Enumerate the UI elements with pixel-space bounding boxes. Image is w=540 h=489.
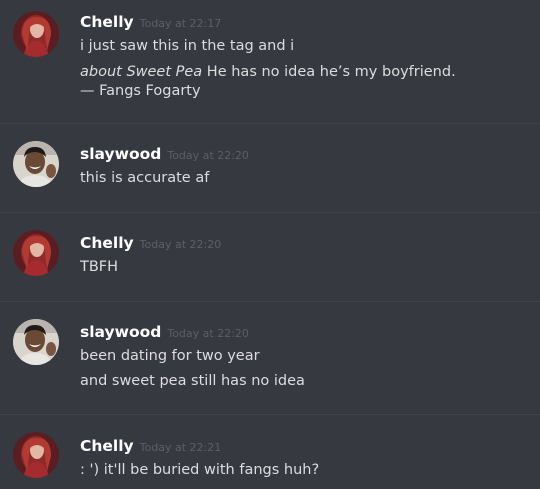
chat-message-list: Chelly Today at 22:17 i just saw this in …: [0, 0, 540, 489]
smiling-man-icon: [13, 319, 59, 365]
quote-text: He has no idea he’s my boyfriend.: [202, 64, 456, 80]
smiling-man-icon: [13, 141, 59, 187]
username[interactable]: Chelly: [80, 234, 134, 252]
message-divider: [0, 123, 540, 124]
message-divider: [0, 212, 540, 213]
quote-attribution: — Fangs Fogarty: [80, 83, 201, 99]
message-text: and sweet pea still has no idea: [80, 373, 305, 389]
avatar[interactable]: [13, 319, 59, 365]
message-header: Chelly Today at 22:17: [80, 12, 221, 34]
avatar[interactable]: [13, 11, 59, 57]
timestamp: Today at 22:20: [167, 149, 249, 162]
quote-italic-text: about Sweet Pea: [80, 64, 203, 80]
message-text: TBFH: [80, 259, 119, 275]
message-text: this is accurate af: [80, 170, 210, 186]
message-text: about Sweet Pea He has no idea he’s my b…: [80, 64, 456, 80]
message-divider: [0, 301, 540, 302]
message-text: : ') it'll be buried with fangs huh?: [80, 462, 320, 478]
message-text: i just saw this in the tag and i: [80, 38, 295, 54]
red-haired-girl-icon: [13, 230, 59, 276]
username[interactable]: Chelly: [80, 13, 134, 31]
message-header: Chelly Today at 22:21: [80, 436, 221, 458]
avatar[interactable]: [13, 432, 59, 478]
username[interactable]: slaywood: [80, 145, 161, 163]
timestamp: Today at 22:20: [139, 238, 222, 251]
red-haired-girl-icon: [13, 432, 59, 478]
username[interactable]: slaywood: [80, 323, 161, 341]
timestamp: Today at 22:17: [139, 17, 222, 30]
username[interactable]: Chelly: [80, 437, 134, 455]
message-divider: [0, 414, 540, 415]
avatar[interactable]: [13, 141, 59, 187]
timestamp: Today at 22:20: [167, 327, 249, 340]
avatar[interactable]: [13, 230, 59, 276]
red-haired-girl-icon: [13, 11, 59, 57]
message-header: slaywood Today at 22:20: [80, 144, 249, 166]
message-header: slaywood Today at 22:20: [80, 322, 249, 344]
message-text: been dating for two year: [80, 348, 260, 364]
message-header: Chelly Today at 22:20: [80, 233, 221, 255]
timestamp: Today at 22:21: [139, 441, 222, 454]
